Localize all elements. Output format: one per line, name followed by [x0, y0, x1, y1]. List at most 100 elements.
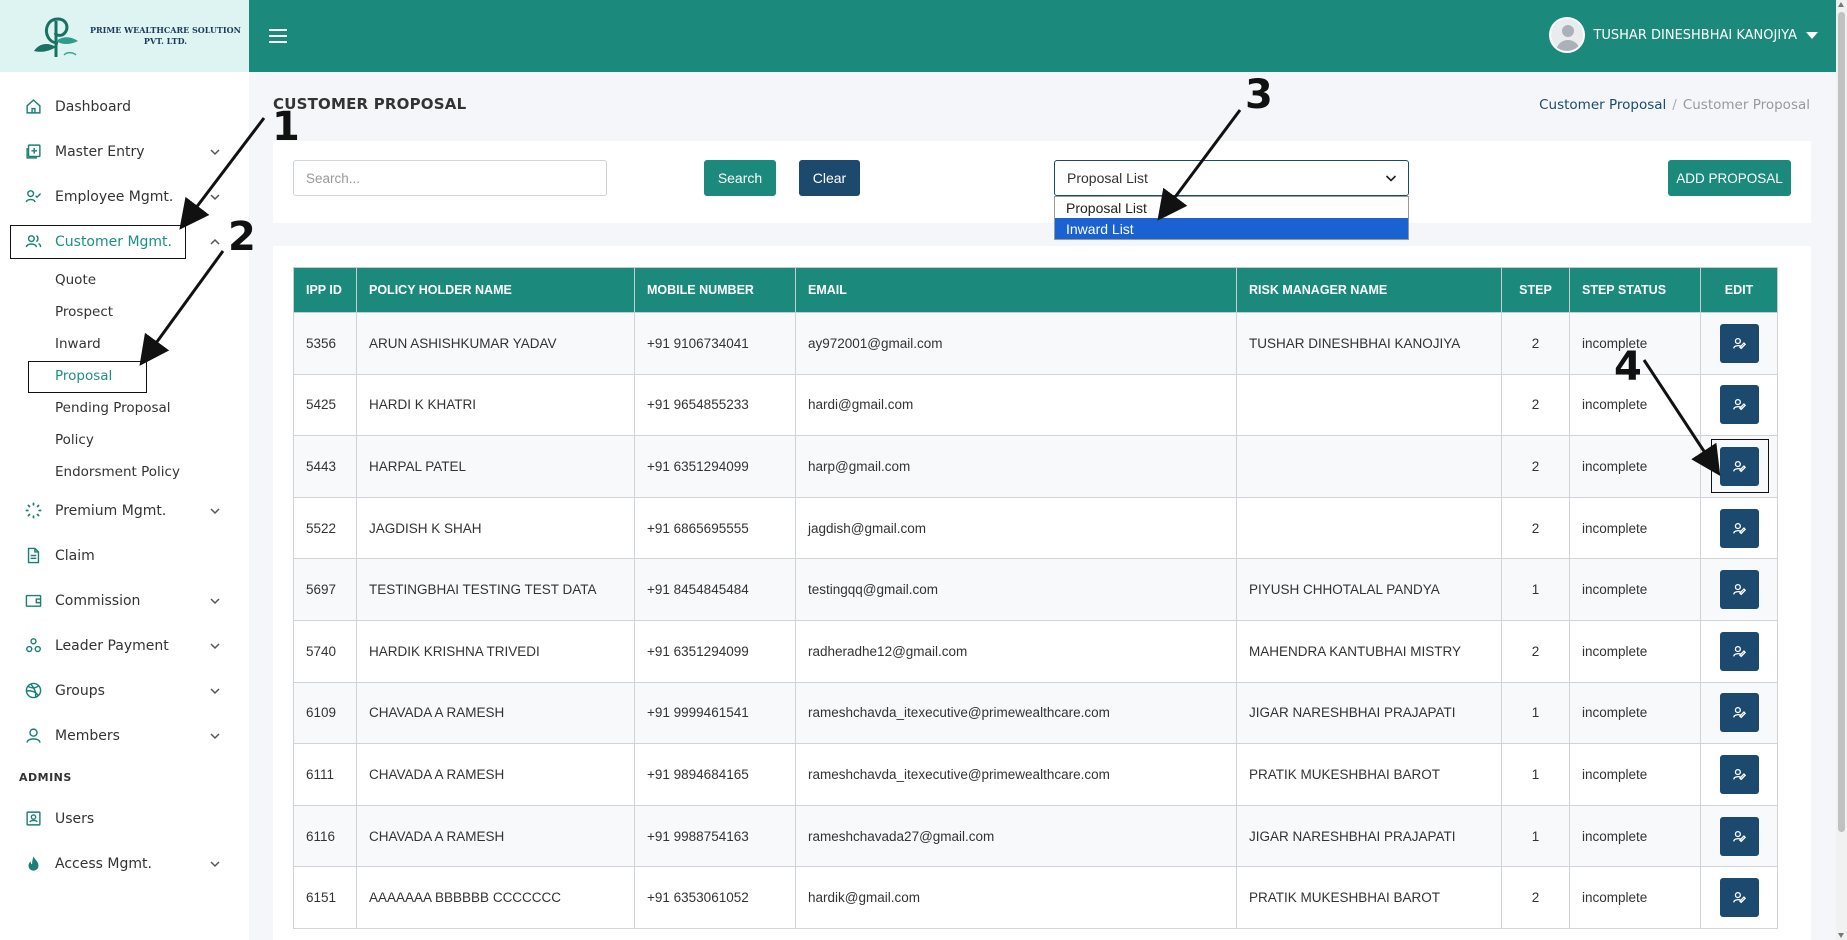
- filter-card: Search Clear Proposal List Proposal List…: [273, 141, 1811, 240]
- sidebar-item-access-mgmt[interactable]: Access Mgmt.: [0, 841, 249, 886]
- col-mobile-number[interactable]: MOBILE NUMBER: [634, 267, 796, 313]
- submenu-prospect[interactable]: Prospect: [55, 296, 249, 328]
- scroll-up-icon[interactable]: [1838, 2, 1844, 7]
- email-cell: hardik@gmail.com: [795, 866, 1237, 929]
- email-cell: harp@gmail.com: [795, 435, 1237, 498]
- hamburger-icon[interactable]: [269, 29, 287, 43]
- sidebar-item-commission[interactable]: Commission: [0, 578, 249, 623]
- submenu-pending-proposal[interactable]: Pending Proposal: [55, 392, 249, 424]
- vertical-scrollbar[interactable]: [1836, 0, 1847, 940]
- col-step[interactable]: STEP: [1501, 267, 1570, 313]
- sidebar-item-groups[interactable]: Groups: [0, 668, 249, 713]
- add-proposal-button[interactable]: ADD PROPOSAL: [1668, 160, 1791, 196]
- sidebar-item-members[interactable]: Members: [0, 713, 249, 758]
- sidebar-item-users[interactable]: Users: [0, 796, 249, 841]
- step-status-cell: incomplete: [1569, 681, 1701, 745]
- mobile-cell: +91 8454845484: [634, 558, 796, 621]
- sidebar-item-employee-mgmt[interactable]: Employee Mgmt.: [0, 174, 249, 219]
- email-cell: rameshchavada27@gmail.com: [795, 804, 1237, 868]
- sidebar-item-dashboard[interactable]: Dashboard: [0, 84, 249, 129]
- edit-button[interactable]: [1719, 816, 1759, 856]
- edit-button[interactable]: [1719, 508, 1759, 548]
- edit-button[interactable]: [1710, 438, 1769, 493]
- annotation-label-4: 4: [1614, 344, 1642, 390]
- sidebar-item-premium-mgmt[interactable]: Premium Mgmt.: [0, 488, 249, 533]
- edit-button[interactable]: [1719, 754, 1759, 794]
- ipp-id-cell: 5356: [293, 312, 357, 375]
- sidebar: PRIME WEALTHCARE SOLUTION PVT. LTD. Dash…: [0, 0, 249, 940]
- sidebar-item-label: Users: [55, 810, 95, 827]
- submenu-quote[interactable]: Quote: [55, 264, 249, 296]
- search-input[interactable]: [293, 160, 607, 196]
- step-status-cell: incomplete: [1569, 435, 1701, 498]
- scrollbar-thumb[interactable]: [1838, 12, 1845, 832]
- user-menu[interactable]: TUSHAR DINESHBHAI KANOJIYA: [1549, 17, 1818, 53]
- edit-button[interactable]: [1719, 878, 1759, 918]
- breadcrumb-link[interactable]: Customer Proposal: [1539, 97, 1666, 113]
- table-row: 5443 HARPAL PATEL +91 6351294099 harp@gmail…: [293, 435, 1778, 498]
- edit-button[interactable]: [1719, 323, 1759, 363]
- table-row: 6151 AAAAAAA BBBBBB CCCCCCC +91 6353061052…: [293, 866, 1778, 929]
- loader-icon: [24, 502, 42, 520]
- edit-cell: [1700, 312, 1778, 375]
- ipp-id-cell: 5522: [293, 496, 357, 560]
- col-risk-manager-name[interactable]: RISK MANAGER NAME: [1236, 267, 1502, 313]
- table-row: 5522 JAGDISH K SHAH +91 6865695555 jagdish@…: [293, 496, 1778, 560]
- list-type-select[interactable]: Proposal List: [1054, 160, 1409, 196]
- file-text-icon: [24, 547, 42, 565]
- annotation-label-1: 1: [272, 104, 300, 150]
- table-row: 6109 CHAVADA A RAMESH +91 9999461541 ramesh…: [293, 681, 1778, 745]
- edit-cell: [1700, 558, 1778, 621]
- option-inward-list[interactable]: Inward List: [1055, 218, 1408, 239]
- brand-logo[interactable]: PRIME WEALTHCARE SOLUTION PVT. LTD.: [0, 0, 249, 72]
- email-cell: rameshchavda_itexecutive@primewealthcare…: [795, 681, 1237, 745]
- edit-cell: [1700, 681, 1778, 745]
- sidebar-item-master-entry[interactable]: Master Entry: [0, 129, 249, 174]
- step-cell: 2: [1501, 619, 1570, 683]
- step-status-cell: incomplete: [1569, 558, 1701, 621]
- email-cell: testingqq@gmail.com: [795, 558, 1237, 621]
- policy-holder-cell: JAGDISH K SHAH: [356, 496, 635, 560]
- sidebar-item-customer-mgmt[interactable]: Customer Mgmt.: [0, 219, 249, 264]
- step-cell: 1: [1501, 743, 1570, 806]
- col-email[interactable]: EMAIL: [795, 267, 1237, 313]
- option-proposal-list[interactable]: Proposal List: [1055, 197, 1408, 218]
- ipp-id-cell: 5697: [293, 558, 357, 621]
- submenu-endorsment-policy[interactable]: Endorsment Policy: [55, 456, 249, 488]
- mobile-cell: +91 9999461541: [634, 681, 796, 745]
- col-ipp-id[interactable]: IPP ID: [293, 267, 357, 313]
- user-check-icon: [24, 188, 42, 206]
- sidebar-item-claim[interactable]: Claim: [0, 533, 249, 578]
- edit-cell: [1700, 866, 1778, 929]
- ipp-id-cell: 5443: [293, 435, 357, 498]
- edit-button[interactable]: [1719, 631, 1759, 671]
- step-cell: 2: [1501, 435, 1570, 498]
- email-cell: hardi@gmail.com: [795, 373, 1237, 437]
- sidebar-item-leader-payment[interactable]: Leader Payment: [0, 623, 249, 668]
- chevron-down-icon: [210, 860, 220, 867]
- clear-button[interactable]: Clear: [799, 160, 860, 196]
- select-value: Proposal List: [1067, 170, 1148, 186]
- edit-button[interactable]: [1719, 693, 1759, 733]
- scroll-down-icon[interactable]: [1838, 933, 1844, 938]
- sidebar-item-label: Leader Payment: [55, 637, 169, 654]
- edit-button[interactable]: [1719, 570, 1759, 610]
- col-policy-holder-name[interactable]: POLICY HOLDER NAME: [356, 267, 635, 313]
- submenu-proposal[interactable]: Proposal: [28, 360, 249, 393]
- email-cell: jagdish@gmail.com: [795, 496, 1237, 560]
- user-edit-icon: [1732, 645, 1746, 658]
- submenu-inward[interactable]: Inward: [55, 328, 249, 360]
- chevron-down-icon: [210, 642, 220, 649]
- user-name: TUSHAR DINESHBHAI KANOJIYA: [1593, 27, 1797, 43]
- chevron-down-icon: [210, 507, 220, 514]
- edit-button[interactable]: [1719, 385, 1759, 425]
- submenu-policy[interactable]: Policy: [55, 424, 249, 456]
- search-button[interactable]: Search: [704, 160, 776, 196]
- table-row: 5356 ARUN ASHISHKUMAR YADAV +91 9106734041…: [293, 312, 1778, 375]
- col-edit: EDIT: [1700, 267, 1778, 313]
- sidebar-item-label: Premium Mgmt.: [55, 502, 167, 519]
- ipp-id-cell: 5740: [293, 619, 357, 683]
- col-step-status[interactable]: STEP STATUS: [1569, 267, 1701, 313]
- avatar: [1549, 17, 1586, 53]
- annotation-label-3: 3: [1245, 72, 1273, 118]
